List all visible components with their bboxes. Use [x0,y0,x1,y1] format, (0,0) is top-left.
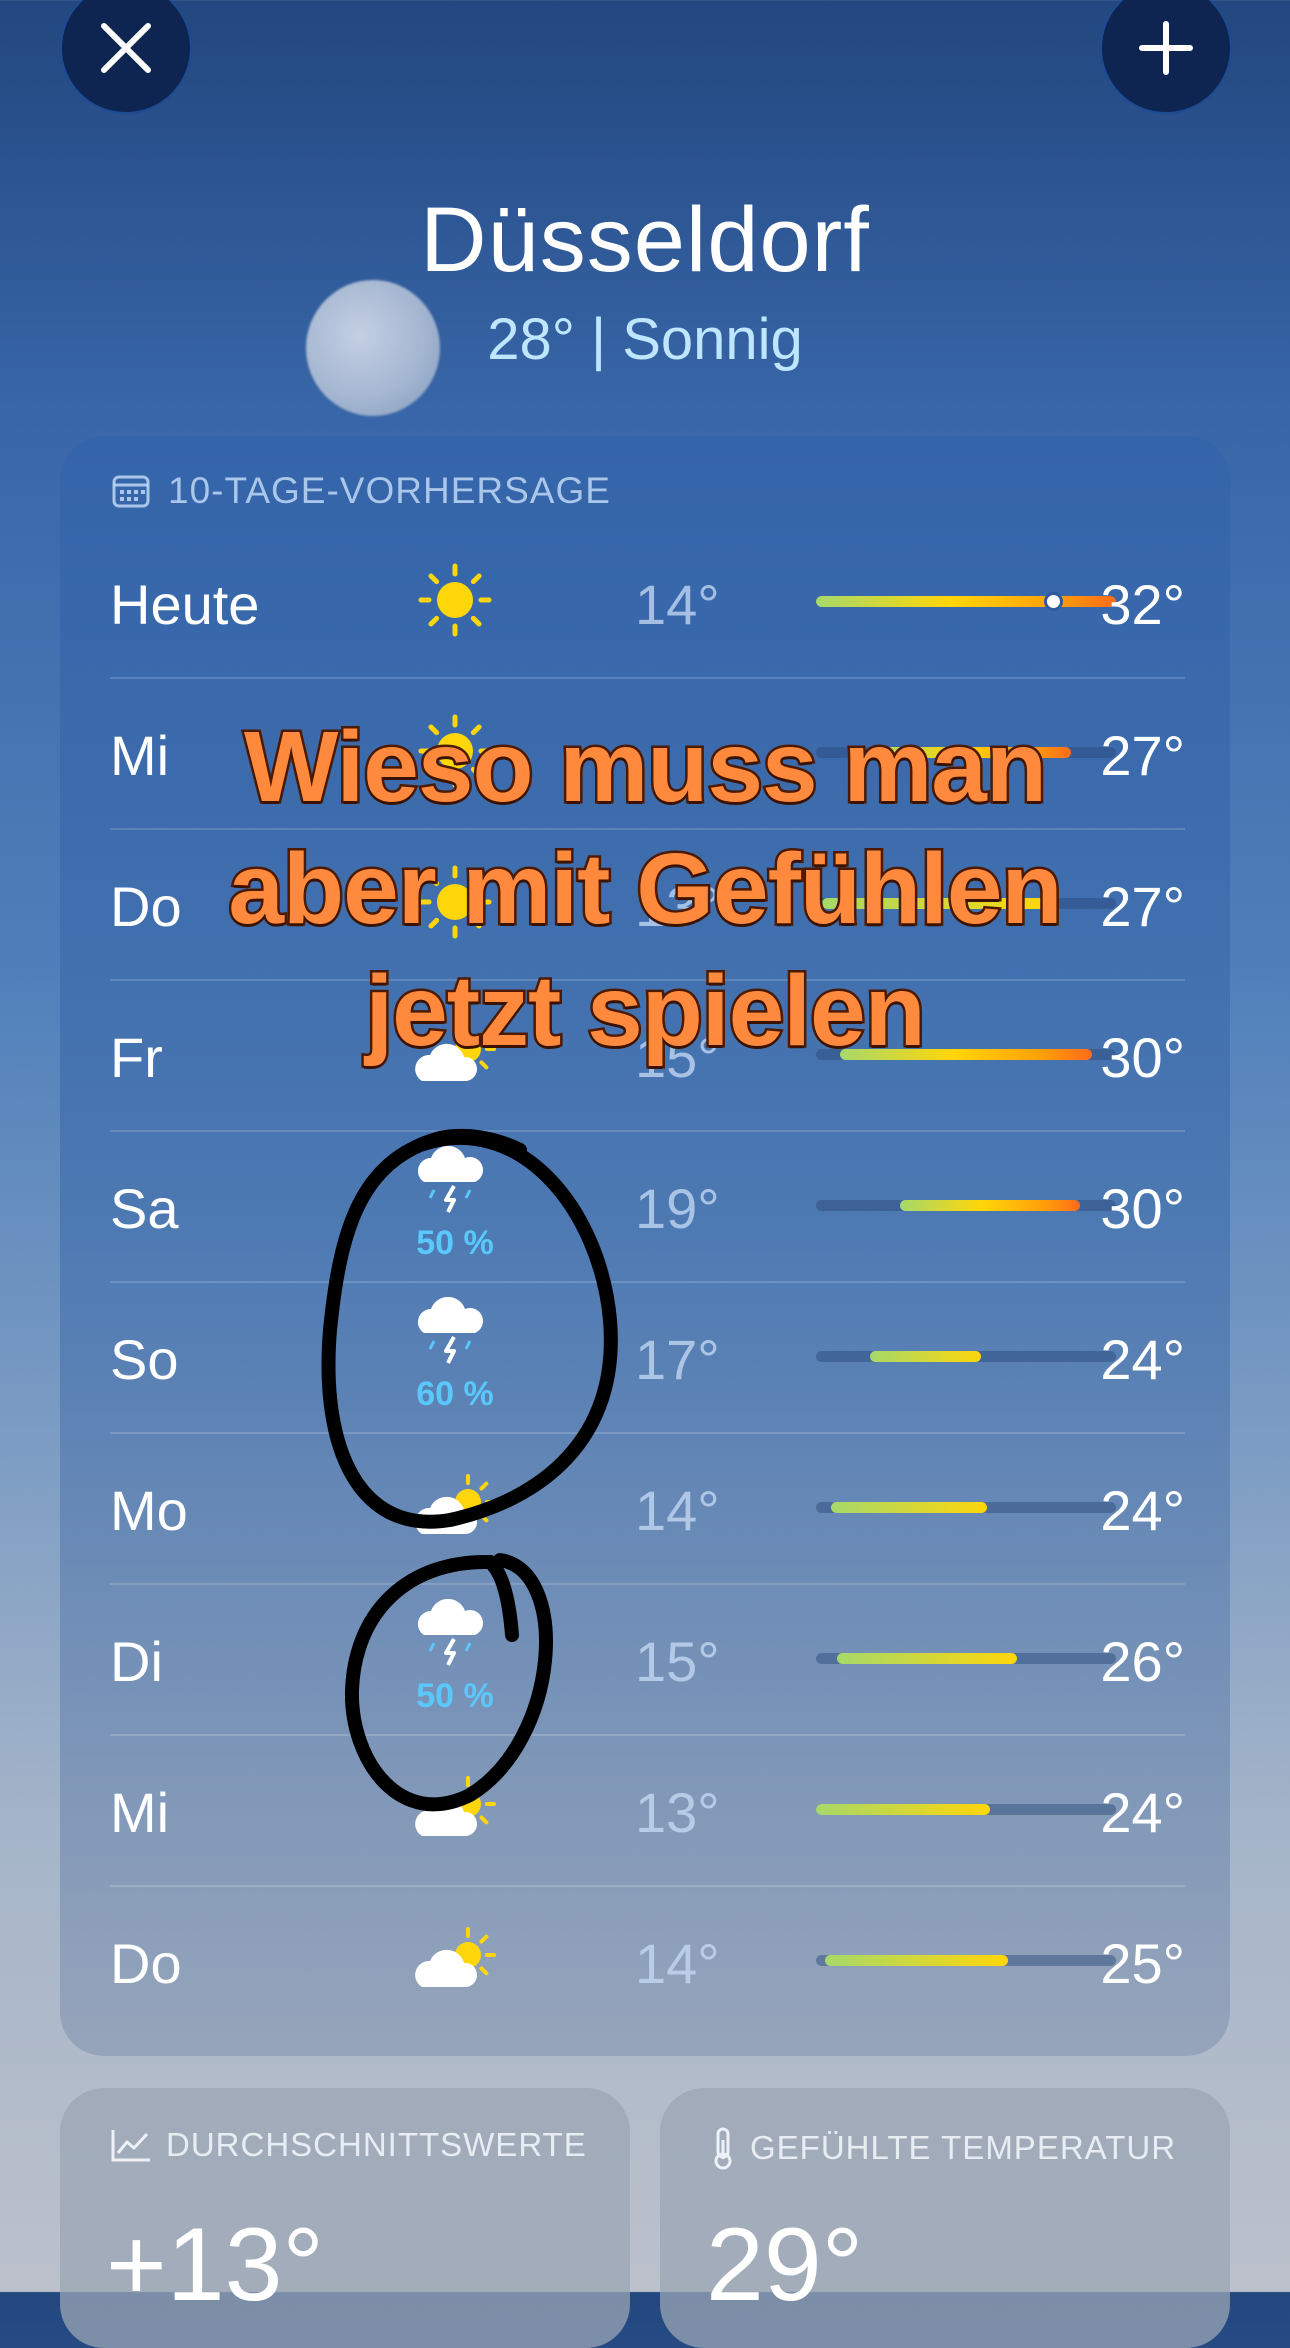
low-temperature: 14° [635,1932,720,1995]
forecast-header: 10-TAGE-VORHERSAGE [112,470,611,512]
temperature-range-fill [870,1351,981,1362]
low-temperature: 17° [635,1328,720,1391]
forecast-icon [400,550,510,650]
plus-icon [1139,21,1193,75]
feels-like-value: 29° [706,2207,864,2323]
caption-line-1: Wieso muss man [241,709,1049,826]
temperature-range-bar [816,1955,1116,1966]
high-temperature: 32° [1100,573,1185,636]
temperature-range-fill [825,1955,1008,1966]
forecast-row-4[interactable]: Sa 50 % 19° 30° [110,1130,1185,1283]
forecast-title: 10-TAGE-VORHERSAGE [168,470,611,511]
forecast-row-5[interactable]: So 60 % 17° 24° [110,1281,1185,1434]
thermometer-icon [714,2127,732,2170]
forecast-card[interactable]: 10-TAGE-VORHERSAGE Heute 14° 32° Mi 27° Do 13°… [60,436,1230,2056]
thunderstorm-icon [417,1145,483,1213]
temperature-range-bar [816,1653,1116,1664]
forecast-icon [400,1285,510,1385]
feels-like-card[interactable]: GEFÜHLTE TEMPERATUR 29° [660,2088,1230,2348]
precipitation-chance: 50 % [416,1224,494,1262]
city-name: Düsseldorf [420,189,870,291]
temperature-range-fill [816,1804,990,1815]
averages-header: DURCHSCHNITTSWERTE [110,2126,587,2164]
temperature-range-bar [816,1200,1116,1211]
thunderstorm-icon [417,1296,483,1364]
forecast-day: Sa [110,1177,179,1240]
low-temperature: 19° [635,1177,720,1240]
precipitation-chance: 50 % [416,1677,494,1715]
low-temperature: 14° [635,1479,720,1542]
current-temperature-marker [1044,592,1063,611]
high-temperature: 24° [1100,1479,1185,1542]
low-temperature: 15° [635,1630,720,1693]
thunderstorm-icon [417,1598,483,1666]
temperature-range-bar [816,1502,1116,1513]
averages-value: +13° [106,2207,325,2323]
high-temperature: 26° [1100,1630,1185,1693]
temperature-range-fill [900,1200,1080,1211]
forecast-row-6[interactable]: Mo 14° 24° [110,1432,1185,1585]
forecast-icon [400,1758,510,1858]
temperature-range-fill [831,1502,987,1513]
forecast-icon [400,1456,510,1556]
high-temperature: 24° [1100,1328,1185,1391]
forecast-day: So [110,1328,179,1391]
high-temperature: 24° [1100,1781,1185,1844]
forecast-icon [400,1134,510,1234]
forecast-day: Di [110,1630,163,1693]
temperature-range-bar [816,1804,1116,1815]
feels-like-header: GEFÜHLTE TEMPERATUR [710,2126,1176,2170]
partly-sunny-icon [415,1927,496,1987]
sun-icon [418,563,492,637]
forecast-row-7[interactable]: Di 50 % 15° 26° [110,1583,1185,1736]
averages-title: DURCHSCHNITTSWERTE [166,2126,587,2163]
averages-card[interactable]: DURCHSCHNITTSWERTE +13° [60,2088,630,2348]
add-location-button[interactable] [1100,0,1232,114]
temperature-range-fill [816,596,1116,607]
temperature-range-fill [837,1653,1017,1664]
feels-like-title: GEFÜHLTE TEMPERATUR [750,2129,1177,2166]
partly-sunny-icon [415,1776,496,1836]
forecast-icon [400,1909,510,2009]
caption-line-2: aber mit Gefühlen [226,831,1065,948]
precipitation-chance: 60 % [416,1375,494,1413]
forecast-row-0[interactable]: Heute 14° 32° [110,526,1185,679]
forecast-row-9[interactable]: Do 14° 25° [110,1885,1185,2036]
low-temperature: 14° [635,573,720,636]
high-temperature: 30° [1100,1177,1185,1240]
high-temperature: 25° [1100,1932,1185,1995]
close-icon [101,23,151,73]
calendar-icon [112,475,150,508]
forecast-day: Do [110,1932,182,1995]
temperature-range-bar [816,596,1116,607]
close-button[interactable] [60,0,192,114]
forecast-row-8[interactable]: Mi 13° 24° [110,1734,1185,1887]
low-temperature: 13° [635,1781,720,1844]
current-conditions: 28° | Sonnig [487,307,803,372]
partly-sunny-icon [415,1474,496,1534]
forecast-icon [400,1587,510,1687]
forecast-day: Mo [110,1479,188,1542]
forecast-day: Heute [110,573,260,636]
trend-chart-icon [111,2130,150,2162]
temperature-range-bar [816,1351,1116,1362]
caption-line-3: jetzt spielen [363,953,928,1070]
forecast-day: Mi [110,1781,170,1844]
